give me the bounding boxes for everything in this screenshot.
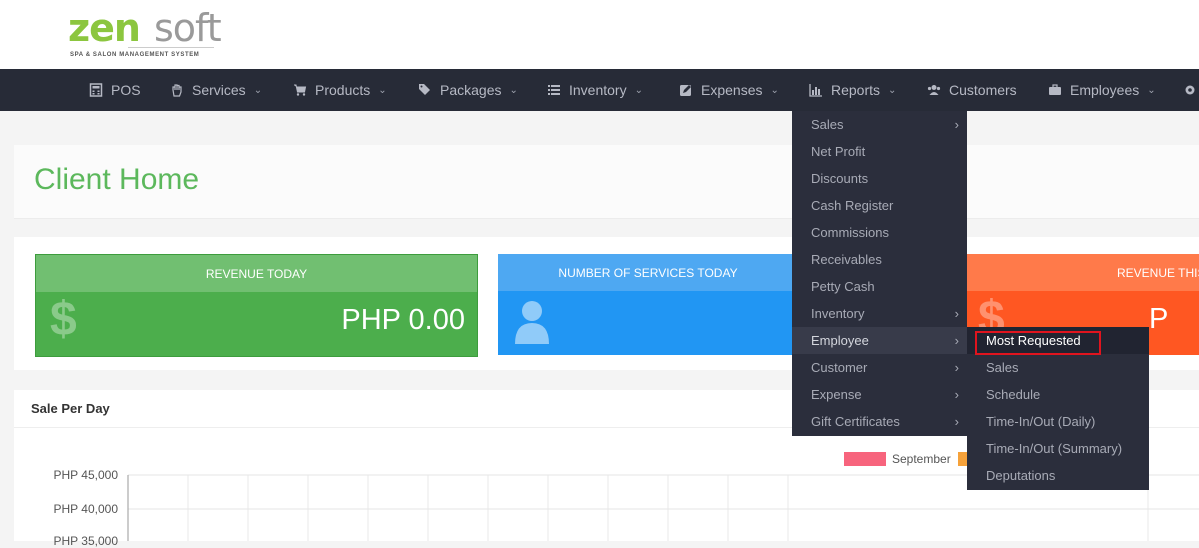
nav-settings[interactable] bbox=[1183, 69, 1199, 111]
chevron-right-icon: › bbox=[954, 333, 959, 348]
submenu-item-label: Sales bbox=[986, 360, 1019, 375]
user-icon bbox=[515, 301, 549, 344]
page-title: Client Home bbox=[34, 163, 200, 196]
reports-menu-commissions[interactable]: Commissions bbox=[792, 219, 967, 246]
menu-item-label: Employee bbox=[811, 333, 869, 348]
card-value: P bbox=[1149, 303, 1169, 335]
menu-item-label: Cash Register bbox=[811, 198, 894, 213]
reports-menu-inventory[interactable]: Inventory › bbox=[792, 300, 967, 327]
nav-services[interactable]: Services ⌄ bbox=[170, 69, 262, 111]
card-value: PHP 0.00 bbox=[341, 304, 465, 336]
menu-item-label: Discounts bbox=[811, 171, 869, 186]
chevron-down-icon: ⌄ bbox=[509, 84, 518, 96]
menu-item-label: Net Profit bbox=[811, 144, 866, 159]
users-icon bbox=[927, 85, 941, 95]
card-body bbox=[498, 291, 798, 355]
card-title: NUMBER OF SERVICES TODAY bbox=[498, 254, 798, 291]
chevron-down-icon: ⌄ bbox=[888, 84, 897, 96]
hand-icon bbox=[172, 84, 182, 97]
logo-tagline: SPA & SALON MANAGEMENT SYSTEM bbox=[70, 52, 200, 58]
reports-menu-customer[interactable]: Customer › bbox=[792, 354, 967, 381]
reports-menu-cash-register[interactable]: Cash Register bbox=[792, 192, 967, 219]
menu-item-label: Customer bbox=[811, 360, 868, 375]
revenue-today-card: REVENUE TODAY $ PHP 0.00 bbox=[35, 254, 478, 357]
tags-icon bbox=[419, 84, 430, 95]
nav-pos[interactable]: POS bbox=[89, 69, 141, 111]
chevron-right-icon: › bbox=[954, 414, 959, 429]
menu-item-label: Sales bbox=[811, 117, 844, 132]
calculator-icon bbox=[89, 83, 103, 97]
logo-divider bbox=[128, 47, 214, 48]
menu-item-label: Expense bbox=[811, 387, 862, 402]
reports-menu-expense[interactable]: Expense › bbox=[792, 381, 967, 408]
dollar-icon: $ bbox=[50, 293, 77, 346]
menu-item-label: Commissions bbox=[811, 225, 890, 240]
reports-menu-discounts[interactable]: Discounts bbox=[792, 165, 967, 192]
submenu-item-label: Schedule bbox=[986, 387, 1041, 402]
reports-menu-gift-certificates[interactable]: Gift Certificates › bbox=[792, 408, 967, 435]
main-navbar: POS Services ⌄ Products ⌄ Packages ⌄ Inv… bbox=[0, 69, 1199, 111]
gear-icon bbox=[1185, 85, 1195, 95]
submenu-sales[interactable]: Sales bbox=[967, 354, 1149, 381]
chevron-right-icon: › bbox=[954, 360, 959, 375]
nav-pos-label: POS bbox=[111, 82, 141, 98]
reports-menu-net-profit[interactable]: Net Profit bbox=[792, 138, 967, 165]
menu-item-label: Receivables bbox=[811, 252, 882, 267]
submenu-deputations[interactable]: Deputations bbox=[967, 462, 1149, 489]
nav-employees-label: Employees bbox=[1070, 82, 1140, 98]
chevron-down-icon: ⌄ bbox=[770, 84, 779, 96]
reports-dropdown-menu: Sales › Net Profit Discounts Cash Registe… bbox=[792, 111, 967, 436]
briefcase-icon bbox=[1049, 84, 1061, 95]
nav-inventory[interactable]: Inventory ⌄ bbox=[547, 69, 643, 111]
nav-packages[interactable]: Packages ⌄ bbox=[418, 69, 518, 111]
chevron-right-icon: › bbox=[954, 117, 959, 132]
menu-item-label: Petty Cash bbox=[811, 279, 875, 294]
nav-employees[interactable]: Employees ⌄ bbox=[1048, 69, 1156, 111]
bar-chart-icon bbox=[809, 84, 822, 97]
chevron-down-icon: ⌄ bbox=[634, 84, 643, 96]
chevron-down-icon: ⌄ bbox=[1147, 84, 1156, 96]
nav-reports[interactable]: Reports ⌄ bbox=[809, 69, 896, 111]
chevron-right-icon: › bbox=[954, 306, 959, 321]
chevron-right-icon: › bbox=[954, 387, 959, 402]
cart-icon bbox=[294, 84, 307, 96]
edit-icon bbox=[680, 85, 691, 96]
card-title: REVENUE TODAY bbox=[36, 255, 477, 292]
submenu-item-label: Time-In/Out (Summary) bbox=[986, 441, 1123, 456]
zensoft-logo[interactable]: zen soft SPA & SALON MANAGEMENT SYSTEM bbox=[68, 6, 222, 62]
submenu-schedule[interactable]: Schedule bbox=[967, 381, 1149, 408]
red-highlight-box bbox=[975, 331, 1101, 355]
submenu-item-label: Time-In/Out (Daily) bbox=[986, 414, 1096, 429]
logo-zen-text: zen bbox=[68, 6, 141, 50]
reports-menu-sales[interactable]: Sales › bbox=[792, 111, 967, 138]
submenu-time-in-out-daily[interactable]: Time-In/Out (Daily) bbox=[967, 408, 1149, 435]
submenu-time-in-out-summary[interactable]: Time-In/Out (Summary) bbox=[967, 435, 1149, 462]
chevron-down-icon: ⌄ bbox=[378, 84, 387, 96]
header-bar: zen soft SPA & SALON MANAGEMENT SYSTEM bbox=[0, 0, 1199, 69]
reports-menu-employee[interactable]: Employee › bbox=[792, 327, 967, 354]
submenu-item-label: Deputations bbox=[986, 468, 1056, 483]
nav-packages-label: Packages bbox=[440, 82, 502, 98]
nav-products-label: Products bbox=[315, 82, 371, 98]
card-body: $ PHP 0.00 bbox=[36, 292, 477, 356]
menu-item-label: Gift Certificates bbox=[811, 414, 900, 429]
services-today-card: NUMBER OF SERVICES TODAY bbox=[498, 254, 798, 355]
list-icon bbox=[548, 85, 560, 95]
nav-expenses[interactable]: Expenses ⌄ bbox=[679, 69, 779, 111]
chevron-down-icon: ⌄ bbox=[253, 84, 263, 96]
nav-reports-label: Reports bbox=[831, 82, 881, 98]
logo-soft-text: soft bbox=[154, 6, 222, 50]
card-title: REVENUE THIS bbox=[964, 254, 1199, 291]
nav-products[interactable]: Products ⌄ bbox=[293, 69, 387, 111]
reports-menu-receivables[interactable]: Receivables bbox=[792, 246, 967, 273]
menu-item-label: Inventory bbox=[811, 306, 865, 321]
nav-inventory-label: Inventory bbox=[569, 82, 627, 98]
nav-services-label: Services bbox=[192, 82, 246, 98]
nav-expenses-label: Expenses bbox=[701, 82, 763, 98]
nav-customers-label: Customers bbox=[949, 82, 1017, 98]
page-title-panel: Client Home bbox=[14, 145, 1199, 219]
nav-customers[interactable]: Customers bbox=[927, 69, 1017, 111]
reports-menu-petty-cash[interactable]: Petty Cash bbox=[792, 273, 967, 300]
